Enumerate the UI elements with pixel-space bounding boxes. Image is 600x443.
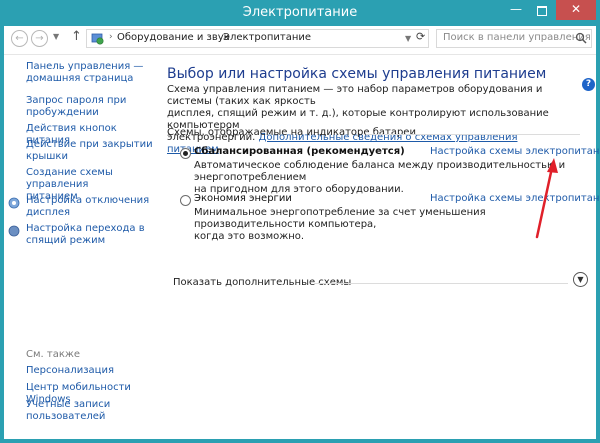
sidebar-item-label: Персонализация — [26, 365, 114, 376]
sidebar-item-label: Учетные записи — [26, 399, 111, 410]
section-divider — [314, 283, 568, 284]
sidebar-item-label: дисплея — [26, 207, 71, 218]
sidebar-item-wake-password[interactable]: Запрос пароля при пробуждении — [26, 95, 161, 119]
chevron-down-icon[interactable]: ▼ — [573, 272, 588, 287]
control-panel-content: ← → ▼ ↑ › Оборудование и звук › Электроп… — [4, 26, 600, 439]
close-button[interactable]: ✕ — [556, 0, 596, 20]
breadcrumb[interactable]: › Оборудование и звук › Электропитание ▼ — [86, 29, 429, 48]
breadcrumb-hardware-sound[interactable]: Оборудование и звук — [117, 32, 230, 43]
sidebar-item-label: Создание схемы управления — [26, 167, 113, 190]
sidebar-home-line-1: Панель управления — — [26, 61, 144, 72]
plan-power-saver-description: Минимальное энергопотребление за счет ум… — [194, 207, 569, 243]
sidebar-item-lid-close[interactable]: Действие при закрытии крышки — [26, 139, 161, 163]
plan-balanced-radio[interactable] — [180, 148, 191, 159]
plan-balanced-name[interactable]: Сбалансированная (рекомендуется) — [194, 146, 405, 157]
battery-plans-section-label: Схемы, отображаемые на индикаторе батаре… — [167, 127, 416, 138]
monitor-settings-icon — [8, 197, 20, 209]
control-panel-icon — [91, 33, 104, 45]
sidebar-home-link[interactable]: Панель управления — домашняя страница — [26, 61, 161, 85]
sidebar-item-user-accounts[interactable]: Учетные записи пользователей — [26, 399, 161, 423]
sidebar-item-label: Настройка отключения — [26, 195, 150, 206]
power-options-window: Электропитание — ✕ ← → ▼ ↑ › Оборудовани… — [0, 0, 600, 443]
search-icon[interactable] — [575, 32, 587, 44]
sleep-settings-icon — [8, 225, 20, 237]
plan-balanced-description: Автоматическое соблюдение баланса между … — [194, 160, 569, 196]
title-bar[interactable]: Электропитание — ✕ — [0, 0, 600, 26]
sidebar-item-label: Настройка перехода в — [26, 223, 145, 234]
section-divider — [366, 134, 580, 135]
plan-description-line: Минимальное энергопотребление за счет ум… — [194, 207, 486, 230]
address-bar: ← → ▼ ↑ › Оборудование и звук › Электроп… — [4, 26, 596, 55]
plan-power-saver-radio[interactable] — [180, 195, 191, 206]
sidebar-item-label: пользователей — [26, 411, 106, 422]
plan-description-line: когда это возможно. — [194, 231, 305, 242]
address-dropdown-icon[interactable]: ▼ — [405, 34, 411, 43]
page-title: Выбор или настройка схемы управления пит… — [167, 66, 547, 82]
up-arrow-icon[interactable]: ↑ — [71, 29, 82, 44]
search-placeholder: Поиск в панели управления — [443, 32, 591, 43]
sidebar-item-label: крышки — [26, 151, 68, 162]
plan-description-line: Автоматическое соблюдение баланса между … — [194, 160, 566, 183]
refresh-icon[interactable]: ⟳ — [416, 30, 425, 43]
plan-power-saver-name[interactable]: Экономия энергии — [194, 193, 292, 204]
search-input[interactable]: Поиск в панели управления — [436, 29, 592, 48]
sidebar-home-line-2: домашняя страница — [26, 73, 134, 84]
breadcrumb-separator: › — [109, 32, 113, 42]
sidebar-item-personalization[interactable]: Персонализация — [26, 365, 161, 377]
help-icon[interactable]: ? — [582, 78, 595, 91]
sidebar-item-label: Запрос пароля при — [26, 95, 127, 106]
sidebar-item-label: пробуждении — [26, 107, 99, 118]
recent-pages-chevron-icon[interactable]: ▼ — [53, 32, 59, 41]
breadcrumb-separator: › — [214, 32, 218, 42]
sidebar-item-display-off[interactable]: Настройка отключения дисплея — [26, 195, 161, 219]
minimize-button[interactable]: — — [503, 0, 529, 20]
breadcrumb-power-options[interactable]: Электропитание — [223, 32, 311, 43]
plan-balanced-settings-link[interactable]: Настройка схемы электропитания — [430, 146, 600, 157]
maximize-button[interactable] — [529, 0, 555, 20]
sidebar-item-label: спящий режим — [26, 235, 106, 246]
sidebar-item-label: Действие при закрытии — [26, 139, 153, 150]
forward-arrow-icon[interactable]: → — [31, 30, 48, 47]
plan-power-saver-settings-link[interactable]: Настройка схемы электропитания — [430, 193, 600, 204]
description-line: Схема управления питанием — это набор па… — [167, 84, 543, 107]
maximize-icon — [537, 6, 547, 16]
back-arrow-icon[interactable]: ← — [11, 30, 28, 47]
see-also-heading: См. также — [26, 349, 81, 360]
sidebar-item-sleep[interactable]: Настройка перехода в спящий режим — [26, 223, 161, 247]
